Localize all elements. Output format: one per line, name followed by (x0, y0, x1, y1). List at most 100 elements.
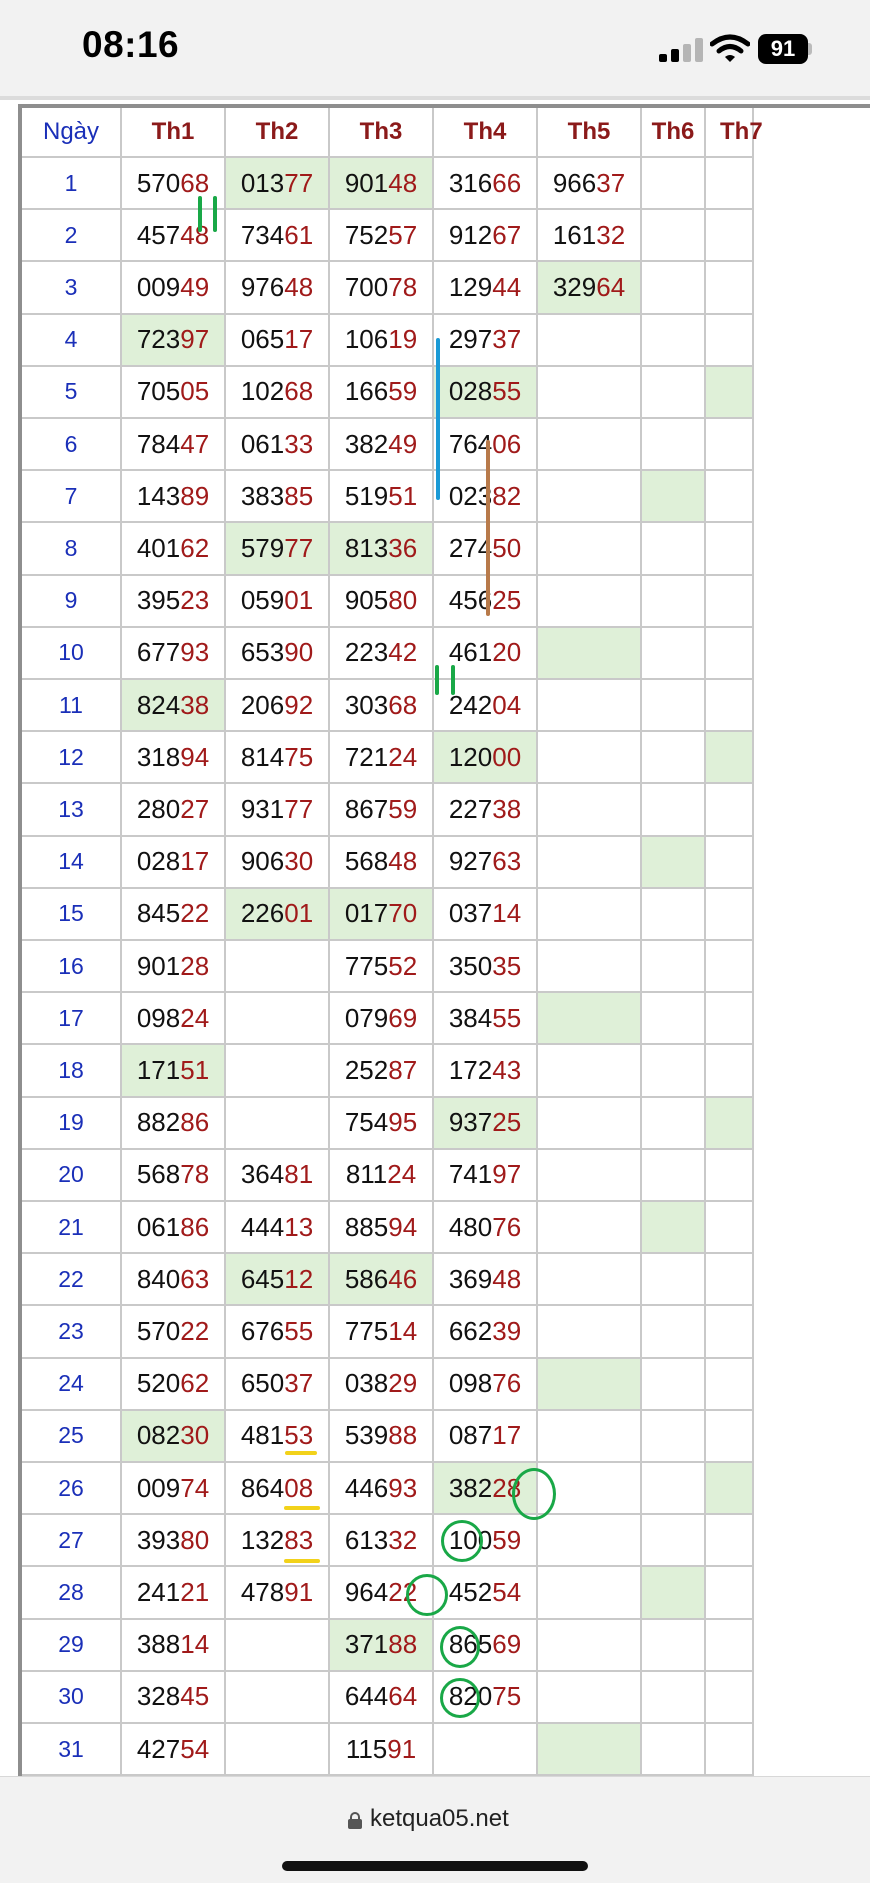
result-prefix: 480 (448, 1211, 493, 1242)
result-prefix: 579 (240, 532, 285, 563)
result-cell: 037 14 (434, 888, 538, 941)
result-cell: 775 14 (330, 1306, 434, 1359)
result-cell (706, 941, 754, 994)
result-last-two: 33 (284, 428, 314, 459)
day-label: 25 (22, 1410, 122, 1463)
url-text[interactable]: ketqua05.net (370, 1805, 509, 1833)
result-prefix: 446 (344, 1472, 389, 1503)
result-last-two: 97 (180, 324, 210, 355)
result-cell: 098 24 (122, 993, 226, 1046)
result-cell: 087 17 (434, 1410, 538, 1463)
result-last-two: 69 (492, 1629, 522, 1660)
result-last-two: 75 (492, 1681, 522, 1712)
result-last-two: 17 (284, 324, 314, 355)
result-cell: 811 24 (330, 1149, 434, 1202)
result-prefix: 964 (344, 1576, 389, 1607)
result-cell: 840 63 (122, 1254, 226, 1307)
result-last-two: 29 (388, 1368, 418, 1399)
result-last-two: 01 (284, 898, 314, 929)
result-last-two: 12 (284, 1263, 314, 1294)
result-cell: 650 37 (226, 1358, 330, 1411)
result-last-two: 32 (388, 1524, 418, 1555)
result-last-two: 22 (180, 898, 210, 929)
result-prefix: 098 (448, 1368, 493, 1399)
result-last-two: 83 (284, 1524, 314, 1555)
result-cell (642, 314, 706, 367)
result-prefix: 519 (344, 480, 389, 511)
result-last-two: 48 (388, 846, 418, 877)
result-cell (706, 1515, 754, 1568)
result-cell (706, 1410, 754, 1463)
result-prefix: 241 (136, 1576, 181, 1607)
day-label: 9 (22, 575, 122, 628)
result-cell: 520 62 (122, 1358, 226, 1411)
result-last-two: 50 (492, 532, 522, 563)
result-last-two: 80 (388, 585, 418, 616)
green-circle (406, 1574, 448, 1616)
result-prefix: 252 (344, 1054, 389, 1085)
green-mark (435, 665, 439, 695)
result-cell (642, 888, 706, 941)
result-last-two: 38 (180, 689, 210, 720)
result-cell (706, 419, 754, 472)
blue-line (436, 338, 440, 500)
column-header: Th2 (226, 108, 330, 158)
result-cell: 754 95 (330, 1097, 434, 1150)
result-cell: 172 43 (434, 1045, 538, 1098)
result-cell: 166 59 (330, 366, 434, 419)
result-prefix: 013 (240, 167, 285, 198)
result-prefix: 382 (344, 428, 389, 459)
result-last-two: 68 (180, 167, 210, 198)
result-cell (706, 471, 754, 524)
result-cell: 579 77 (226, 523, 330, 576)
result-cell (706, 575, 754, 628)
day-label: 6 (22, 419, 122, 472)
result-cell (642, 158, 706, 211)
result-prefix: 401 (136, 532, 181, 563)
result-cell: 009 74 (122, 1463, 226, 1516)
result-last-two: 25 (492, 585, 522, 616)
result-prefix: 226 (240, 898, 285, 929)
green-mark (198, 196, 202, 232)
result-cell: 570 22 (122, 1306, 226, 1359)
result-cell: 927 63 (434, 836, 538, 889)
result-cell: 427 54 (122, 1724, 226, 1777)
day-label: 31 (22, 1724, 122, 1777)
result-last-two: 78 (388, 271, 418, 302)
result-prefix: 586 (344, 1263, 389, 1294)
result-last-two: 35 (492, 950, 522, 981)
result-cell (642, 366, 706, 419)
result-cell: 401 62 (122, 523, 226, 576)
result-last-two: 76 (492, 1211, 522, 1242)
day-label: 4 (22, 314, 122, 367)
result-last-two: 55 (492, 1002, 522, 1033)
result-last-two: 74 (180, 1472, 210, 1503)
result-cell: 129 44 (434, 262, 538, 315)
result-last-two: 92 (284, 689, 314, 720)
result-prefix: 388 (136, 1629, 181, 1660)
result-cell (642, 1149, 706, 1202)
result-cell (642, 1045, 706, 1098)
result-last-two: 64 (596, 271, 626, 302)
result-last-two: 81 (284, 1159, 314, 1190)
green-circle (440, 1626, 480, 1668)
result-cell: 061 86 (122, 1202, 226, 1255)
result-prefix: 303 (344, 689, 389, 720)
home-indicator[interactable] (282, 1861, 588, 1871)
result-cell: 395 23 (122, 575, 226, 628)
result-prefix: 811 (345, 1159, 388, 1190)
result-last-two: 48 (492, 1263, 522, 1294)
result-prefix: 383 (240, 480, 285, 511)
result-cell (642, 784, 706, 837)
result-cell (226, 1619, 330, 1672)
result-prefix: 840 (136, 1263, 181, 1294)
result-cell (706, 784, 754, 837)
result-cell (642, 1515, 706, 1568)
result-prefix: 741 (448, 1159, 493, 1190)
result-last-two: 88 (388, 1629, 418, 1660)
result-prefix: 885 (344, 1211, 389, 1242)
result-last-two: 89 (180, 480, 210, 511)
result-prefix: 481 (240, 1420, 285, 1451)
result-cell (226, 1045, 330, 1098)
result-cell: 905 80 (330, 575, 434, 628)
